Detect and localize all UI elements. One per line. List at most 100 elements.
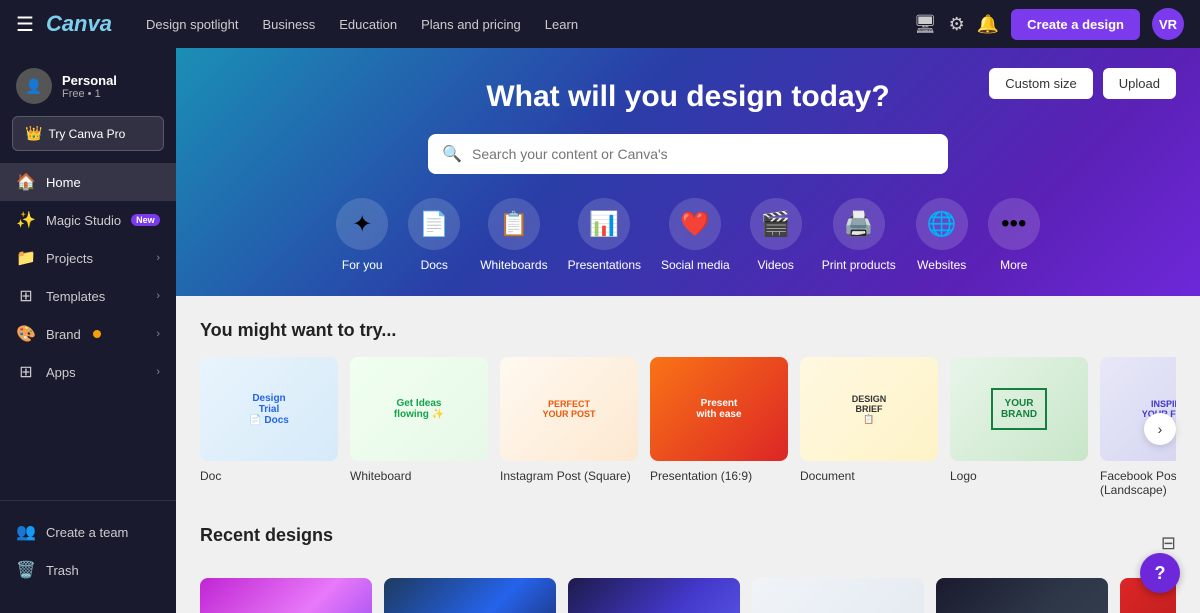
category-for-you[interactable]: ✦ For you — [336, 198, 388, 272]
sidebar-home-label: Home — [46, 175, 81, 190]
recent-section: Recent designs ⊟ BULK ON-PAGEOPTIMIZATIO… — [200, 525, 1176, 613]
try-card-document-label: Document — [800, 469, 938, 483]
create-design-button[interactable]: Create a design — [1011, 9, 1140, 40]
search-icon: 🔍 — [442, 144, 462, 164]
hamburger-icon[interactable]: ☰ — [16, 12, 34, 37]
try-card-facebook-img: INSPIREYOUR FIELD — [1100, 357, 1176, 461]
sidebar-item-create-team[interactable]: 👥 Create a team — [0, 513, 176, 551]
category-print-products[interactable]: 🖨️ Print products — [822, 198, 896, 272]
canva-logo[interactable]: Canva — [46, 11, 112, 37]
websites-icon: 🌐 — [916, 198, 968, 250]
try-card-instagram[interactable]: PERFECTYOUR POST Instagram Post (Square) — [500, 357, 638, 497]
try-canva-pro-button[interactable]: 👑 Try Canva Pro — [12, 116, 164, 151]
sidebar-user: 👤 Personal Free • 1 — [0, 60, 176, 116]
presentations-icon: 📊 — [578, 198, 630, 250]
category-whiteboards[interactable]: 📋 Whiteboards — [480, 198, 547, 272]
more-icon: ••• — [988, 198, 1040, 250]
try-card-doc-img: DesignTrial📄 Docs — [200, 357, 338, 461]
home-icon: 🏠 — [16, 172, 36, 192]
avatar[interactable]: VR — [1152, 8, 1184, 40]
recent-card-0[interactable]: BULK ON-PAGEOPTIMIZATION Keyword Researc… — [200, 578, 372, 613]
sidebar-user-plan: Free • 1 — [62, 88, 117, 100]
sidebar-create-team-label: Create a team — [46, 525, 128, 540]
sidebar-user-info: Personal Free • 1 — [62, 73, 117, 100]
templates-icon: ⊞ — [16, 286, 36, 306]
crown-icon: 👑 — [25, 125, 42, 142]
sidebar-item-templates[interactable]: ⊞ Templates › — [0, 277, 176, 315]
hero-section: Custom size Upload What will you design … — [176, 48, 1200, 296]
bell-icon[interactable]: 🔔 — [977, 14, 999, 35]
docs-icon: 📄 — [408, 198, 460, 250]
menu-education[interactable]: Education — [329, 11, 407, 38]
search-input[interactable] — [428, 134, 948, 174]
monitor-icon[interactable]: 🖥 — [914, 14, 937, 35]
category-label-whiteboards: Whiteboards — [480, 258, 547, 272]
try-section-title: You might want to try... — [200, 320, 1176, 341]
recent-card-img-2: 🖥️ web design — [568, 578, 740, 613]
custom-size-button[interactable]: Custom size — [989, 68, 1093, 99]
menu-learn[interactable]: Learn — [535, 11, 588, 38]
print-products-icon: 🖨️ — [833, 198, 885, 250]
sidebar-magic-label: Magic Studio — [46, 213, 121, 228]
help-button[interactable]: ? — [1140, 553, 1180, 593]
hero-categories: ✦ For you 📄 Docs 📋 Whiteboards 📊 Present… — [208, 198, 1168, 272]
upload-button[interactable]: Upload — [1103, 68, 1176, 99]
whiteboards-icon: 📋 — [488, 198, 540, 250]
sidebar: 👤 Personal Free • 1 👑 Try Canva Pro 🏠 Ho… — [0, 48, 176, 613]
category-label-videos: Videos — [757, 258, 793, 272]
settings-icon[interactable]: ⚙ — [949, 14, 965, 35]
try-card-whiteboard-img: Get Ideasflowing ✨ — [350, 357, 488, 461]
category-social-media[interactable]: ❤️ Social media — [661, 198, 730, 272]
chevron-projects-icon: › — [156, 252, 160, 264]
try-next-button[interactable]: › — [1144, 413, 1176, 445]
projects-icon: 📁 — [16, 248, 36, 268]
view-toggle-button[interactable]: ⊟ — [1161, 533, 1176, 554]
recent-card-3[interactable]: Your personal AIfor all things work Unti… — [752, 578, 924, 613]
sidebar-item-apps[interactable]: ⊞ Apps › — [0, 353, 176, 391]
recent-card-4[interactable]: 🖥️ screenshot Untitled Design 1920 x 128… — [936, 578, 1108, 613]
recent-card-img-4: 🖥️ screenshot — [936, 578, 1108, 613]
apps-icon: ⊞ — [16, 362, 36, 382]
sidebar-avatar[interactable]: 👤 — [16, 68, 52, 104]
menu-design-spotlight[interactable]: Design spotlight — [136, 11, 249, 38]
category-label-docs: Docs — [421, 258, 448, 272]
sidebar-apps-label: Apps — [46, 365, 76, 380]
chevron-brand-icon: › — [156, 328, 160, 340]
recent-card-2[interactable]: 🖥️ web design Untitled Design 1920 x 128… — [568, 578, 740, 613]
try-card-logo[interactable]: YOURBRAND Logo — [950, 357, 1088, 497]
try-card-doc[interactable]: DesignTrial📄 Docs Doc — [200, 357, 338, 497]
sidebar-item-brand[interactable]: 🎨 Brand › — [0, 315, 176, 353]
category-websites[interactable]: 🌐 Websites — [916, 198, 968, 272]
sidebar-item-magic-studio[interactable]: ✨ Magic Studio New — [0, 201, 176, 239]
menu-business[interactable]: Business — [252, 11, 325, 38]
category-docs[interactable]: 📄 Docs — [408, 198, 460, 272]
sidebar-templates-label: Templates — [46, 289, 105, 304]
brand-dot — [93, 330, 101, 338]
top-navigation: ☰ Canva Design spotlight Business Educat… — [0, 0, 1200, 48]
category-more[interactable]: ••• More — [988, 198, 1040, 272]
sidebar-item-projects[interactable]: 📁 Projects › — [0, 239, 176, 277]
try-section: You might want to try... DesignTrial📄 Do… — [200, 320, 1176, 497]
sidebar-item-trash[interactable]: 🗑️ Trash — [0, 551, 176, 589]
social-media-icon: ❤️ — [669, 198, 721, 250]
category-label-more: More — [1000, 258, 1027, 272]
sidebar-item-home[interactable]: 🏠 Home — [0, 163, 176, 201]
category-presentations[interactable]: 📊 Presentations — [568, 198, 641, 272]
chevron-templates-icon: › — [156, 290, 160, 302]
try-card-instagram-img: PERFECTYOUR POST — [500, 357, 638, 461]
try-card-document[interactable]: DESIGNBRIEF📋 Document — [800, 357, 938, 497]
category-videos[interactable]: 🎬 Videos — [750, 198, 802, 272]
category-label-social-media: Social media — [661, 258, 730, 272]
recent-card-1[interactable]: Skyrocket your organictraffic with Surfe… — [384, 578, 556, 613]
try-card-whiteboard[interactable]: Get Ideasflowing ✨ Whiteboard — [350, 357, 488, 497]
recent-card-img-3: Your personal AIfor all things work — [752, 578, 924, 613]
try-card-presentation[interactable]: Presentwith ease Presentation (16:9) — [650, 357, 788, 497]
topnav-right: 🖥 ⚙ 🔔 Create a design VR — [914, 8, 1184, 40]
brand-icon: 🎨 — [16, 324, 36, 344]
recent-card-img-1: Skyrocket your organictraffic with Surfe… — [384, 578, 556, 613]
sidebar-bottom: 👥 Create a team 🗑️ Trash — [0, 500, 176, 601]
try-card-document-img: DESIGNBRIEF📋 — [800, 357, 938, 461]
try-card-logo-img: YOURBRAND — [950, 357, 1088, 461]
recent-header: Recent designs ⊟ — [200, 525, 1176, 562]
menu-plans-pricing[interactable]: Plans and pricing — [411, 11, 531, 38]
